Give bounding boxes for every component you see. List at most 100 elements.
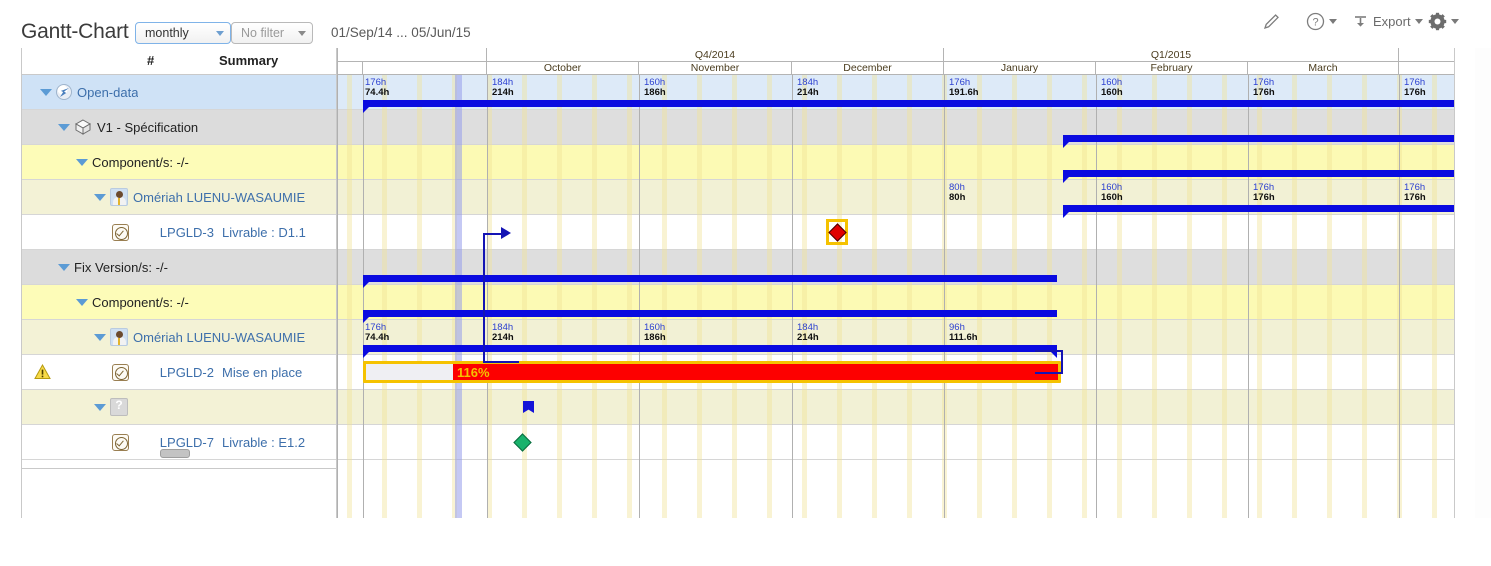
expand-collapse-twisty-icon[interactable] (58, 264, 70, 271)
expand-collapse-twisty-icon[interactable] (94, 194, 106, 201)
column-header-summary: Summary (219, 53, 278, 68)
v1-user-summary[interactable] (1063, 205, 1455, 212)
connector-arrowhead (501, 227, 511, 239)
issue-summary-link[interactable]: Mise en place (222, 365, 337, 380)
issue-key-link[interactable]: LPGLD-2 (142, 365, 214, 380)
settings-button[interactable] (1428, 6, 1459, 36)
lpgld-2-bar[interactable]: 116% (363, 361, 1061, 383)
fix-user-summary[interactable] (363, 345, 1057, 352)
timeline-month-header: March (1248, 62, 1399, 75)
timeline-month-header: January (944, 62, 1096, 75)
warning-icon (34, 364, 51, 385)
timeline-month-header (363, 62, 487, 75)
timeline-month-header (337, 62, 363, 75)
export-button[interactable]: Export (1352, 6, 1423, 36)
issue-summary-link[interactable]: Livrable : D1.1 (222, 225, 337, 240)
connector-horizontal (483, 233, 503, 235)
grid-row-7[interactable]: Omériah LUENU-WASAUMIE (22, 320, 336, 355)
task-icon (112, 434, 129, 451)
grid-row-1[interactable]: V1 - Spécification (22, 110, 336, 145)
unassigned-icon (110, 398, 128, 416)
timeline-body: 176h74.4h184h214h160h186h184h214h176h191… (337, 75, 1454, 518)
help-button[interactable]: ? (1306, 6, 1337, 36)
timeline-month-header (1399, 62, 1455, 75)
filter-select[interactable]: No filter (231, 22, 313, 44)
timeline-quarter-header: Q4/2014 (487, 48, 944, 62)
connector-vertical (483, 233, 485, 362)
timeline-quarter-header (1399, 48, 1455, 62)
timeline-month-header: December (792, 62, 944, 75)
v1-spec-summary[interactable] (1063, 135, 1455, 142)
task-grid: # Summary Open-data V1 - Spécification Com… (21, 48, 337, 518)
connector-right-horizontal-top (1035, 350, 1063, 352)
rocket-icon (56, 84, 72, 100)
issue-key-link[interactable]: LPGLD-3 (142, 225, 214, 240)
progress-fill: 116% (453, 364, 1058, 380)
edit-button[interactable] (1262, 6, 1282, 36)
row-label[interactable]: Component/s: -/- (92, 295, 189, 310)
progress-percent-label: 116% (453, 365, 490, 380)
timeline-row-10 (337, 425, 1455, 460)
grid-row-8[interactable]: LPGLD-2 Mise en place (22, 355, 336, 390)
expand-collapse-twisty-icon[interactable] (94, 334, 106, 341)
grid-row-6[interactable]: Component/s: -/- (22, 285, 336, 320)
fixversion-summary[interactable] (363, 275, 1057, 282)
avatar-icon (110, 188, 128, 206)
grid-header: # Summary (22, 48, 336, 75)
row-label[interactable]: Omériah LUENU-WASAUMIE (133, 330, 305, 345)
row-label[interactable]: Open-data (77, 85, 138, 100)
grid-row-2[interactable]: Component/s: -/- (22, 145, 336, 180)
pencil-icon (1262, 11, 1282, 31)
timeline-month-header: November (639, 62, 792, 75)
grid-bottom-divider (21, 468, 337, 469)
expand-collapse-twisty-icon[interactable] (76, 159, 88, 166)
task-icon (112, 224, 129, 241)
period-select-value: monthly (145, 26, 210, 40)
timeline-header: Q4/2014Q1/2015 OctoberNovemberDecemberJan… (337, 48, 1454, 75)
timeline-quarter-header (337, 48, 487, 62)
period-select[interactable]: monthly (135, 22, 231, 44)
row-label[interactable]: Fix Version/s: -/- (74, 260, 168, 275)
filter-select-value: No filter (241, 26, 292, 40)
top-toolbar: Gantt-Chart monthly No filter 01/Sep/14 … (0, 0, 1491, 48)
grid-row-list: Open-data V1 - Spécification Component/s: … (22, 75, 336, 460)
grid-row-3[interactable]: Omériah LUENU-WASAUMIE (22, 180, 336, 215)
gear-icon (1428, 12, 1447, 31)
grid-row-4[interactable]: LPGLD-3 Livrable : D1.1 (22, 215, 336, 250)
grid-row-5[interactable]: Fix Version/s: -/- (22, 250, 336, 285)
timeline-month-header: February (1096, 62, 1248, 75)
open-data-summary[interactable] (363, 100, 1455, 107)
chevron-down-icon (216, 31, 224, 36)
avatar-icon (110, 328, 128, 346)
vertical-scrollbar[interactable] (1475, 48, 1491, 518)
row-label[interactable]: Component/s: -/- (92, 155, 189, 170)
horizontal-scrollbar-thumb[interactable] (160, 449, 190, 458)
svg-text:?: ? (1312, 16, 1318, 28)
download-icon (1352, 13, 1369, 30)
v1-comp-summary[interactable] (1063, 170, 1455, 177)
timeline-row-9 (337, 390, 1455, 425)
expand-collapse-twisty-icon[interactable] (94, 404, 106, 411)
task-icon (112, 364, 129, 381)
issue-key-link[interactable]: LPGLD-7 (142, 435, 214, 450)
expand-collapse-twisty-icon[interactable] (40, 89, 52, 96)
page-title: Gantt-Chart (21, 20, 129, 44)
row-label[interactable]: V1 - Spécification (97, 120, 198, 135)
expand-collapse-twisty-icon[interactable] (58, 124, 70, 131)
fix-comp-summary[interactable] (363, 310, 1057, 317)
chevron-down-icon (298, 31, 306, 36)
row-label[interactable]: Omériah LUENU-WASAUMIE (133, 190, 305, 205)
export-label: Export (1373, 14, 1411, 29)
grid-row-9[interactable] (22, 390, 336, 425)
chevron-down-icon (1415, 19, 1423, 24)
connector-right-vertical (1061, 350, 1063, 372)
chevron-down-icon (1451, 19, 1459, 24)
grid-row-0[interactable]: Open-data (22, 75, 336, 110)
issue-summary-link[interactable]: Livrable : E1.2 (222, 435, 337, 450)
timeline-month-header: October (487, 62, 639, 75)
connector-horizontal-lower (483, 361, 519, 363)
cube-icon (74, 119, 92, 135)
gantt-chart-app: Gantt-Chart monthly No filter 01/Sep/14 … (0, 0, 1491, 566)
timeline-quarter-header: Q1/2015 (944, 48, 1399, 62)
expand-collapse-twisty-icon[interactable] (76, 299, 88, 306)
